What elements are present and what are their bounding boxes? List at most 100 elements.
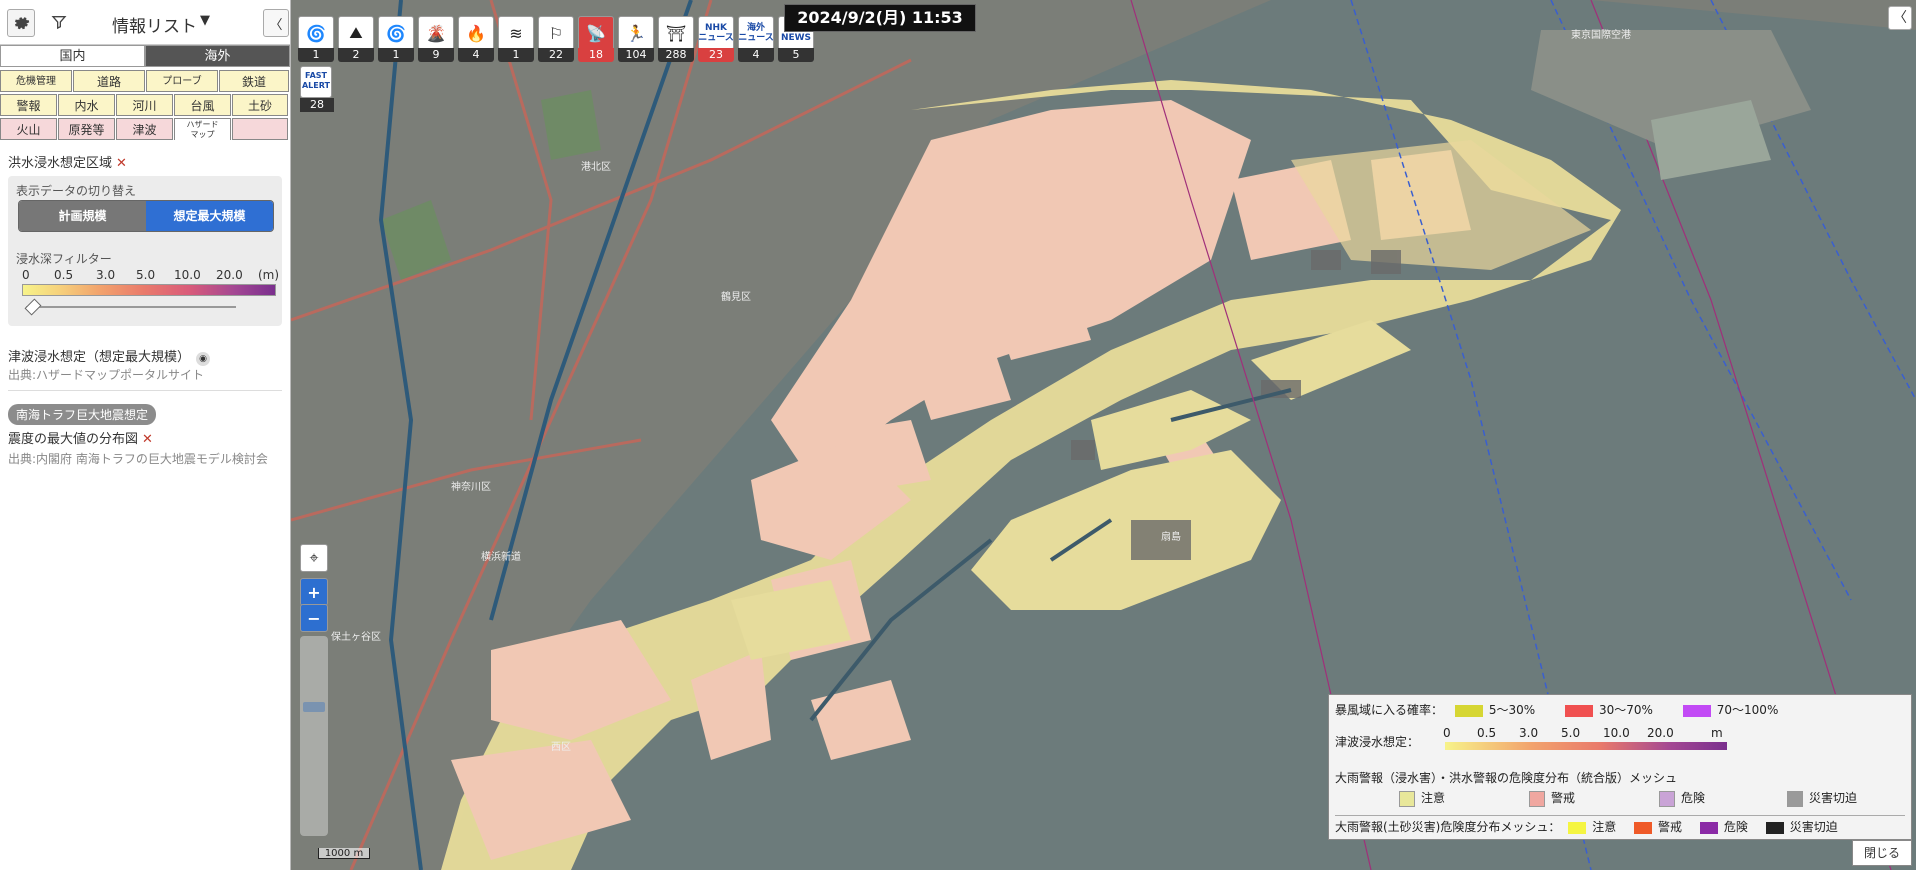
legend-storm-title: 暴風域に入る確率：: [1335, 703, 1444, 717]
depth-filter-label: 浸水深フィルター: [16, 252, 112, 266]
tool-count: 4: [738, 48, 774, 62]
flood-title: 洪水浸水想定区域: [8, 156, 113, 171]
category-river[interactable]: 河川: [116, 94, 173, 116]
category-hazard-map[interactable]: ハザード マップ: [174, 118, 231, 140]
svg-text:東京国際空港: 東京国際空港: [1571, 28, 1631, 41]
legend-rain-title: 大雨警報（浸水害）・洪水警報の危険度分布（統合版）メッシュ: [1335, 771, 1678, 785]
seismic-layer: 震度の最大値の分布図 ✕: [8, 428, 153, 447]
depth-slider-track[interactable]: [26, 306, 236, 308]
depth-tick: 0.5: [54, 268, 74, 282]
legend-storm-item: 5〜30%: [1454, 703, 1535, 717]
zoom-slider-track[interactable]: [300, 636, 328, 836]
tool-typhoon-2[interactable]: 🌀 1: [378, 16, 414, 62]
legend-landslide-title: 大雨警報(土砂災害)危険度分布メッシュ：: [1335, 820, 1561, 834]
collapse-right-button[interactable]: 〈: [1888, 6, 1912, 30]
closure-icon: ⛩: [658, 16, 694, 50]
fire-icon: 🔥: [458, 16, 494, 50]
filter-icon[interactable]: [46, 9, 72, 35]
tool-count: 9: [418, 48, 454, 62]
tool-landslide[interactable]: ⛰ 2: [338, 16, 374, 62]
category-blank[interactable]: [232, 118, 288, 140]
category-probe[interactable]: プローブ: [146, 70, 218, 92]
remove-x-icon[interactable]: ✕: [142, 432, 153, 447]
legend-tick: 0: [1443, 726, 1451, 740]
switch-label: 表示データの切り替え: [16, 184, 137, 198]
settings-gear-icon[interactable]: [7, 9, 35, 37]
tool-count: 22: [538, 48, 574, 62]
tool-count: 288: [658, 48, 694, 62]
tool-overseas-news[interactable]: 海外 ニュース 4: [738, 16, 774, 62]
zoom-in-button[interactable]: +: [300, 578, 328, 606]
legend-rain-item: 危険: [1659, 789, 1705, 807]
remove-x-icon[interactable]: ✕: [116, 156, 127, 171]
tool-wind[interactable]: ≋ 1: [498, 16, 534, 62]
category-volcano[interactable]: 火山: [0, 118, 57, 140]
chevron-down-icon[interactable]: ▼: [200, 13, 210, 28]
category-crisis[interactable]: 危機管理: [0, 70, 72, 92]
legend-rain-item: 注意: [1399, 789, 1445, 807]
locate-icon[interactable]: ⌖: [300, 544, 328, 572]
depth-slider-thumb[interactable]: [24, 298, 42, 316]
legend-tick: m: [1711, 726, 1723, 740]
category-typhoon[interactable]: 台風: [174, 94, 231, 116]
legend-label: 災害切迫: [1789, 820, 1838, 834]
depth-tick: 3.0: [96, 268, 116, 282]
map-legend: 暴風域に入る確率： 5〜30% 30〜70% 70〜100% 津波浸水想定： 0…: [1328, 694, 1912, 840]
swatch: [1682, 704, 1711, 717]
zoom-slider-knob[interactable]: [303, 702, 325, 712]
category-nuclear[interactable]: 原発等: [58, 118, 115, 140]
tool-count: 18: [578, 48, 614, 62]
legend-label: 30〜70%: [1598, 703, 1653, 717]
tool-nhk-news[interactable]: NHK ニュース 23: [698, 16, 734, 62]
svg-text:横浜新道: 横浜新道: [481, 550, 521, 563]
zoom-out-button[interactable]: −: [300, 604, 328, 632]
toggle-planned-scale[interactable]: 計画規模: [19, 201, 146, 231]
datetime-display: 2024/9/2(月) 11:53: [784, 4, 976, 32]
close-legend-button[interactable]: 閉じる: [1852, 840, 1912, 866]
tool-count: 2: [338, 48, 374, 62]
nankai-badge: 南海トラフ巨大地震想定: [8, 404, 157, 425]
category-warning[interactable]: 警報: [0, 94, 57, 116]
category-rail[interactable]: 鉄道: [219, 70, 289, 92]
tab-domestic[interactable]: 国内: [0, 45, 145, 67]
fast-alert-count: 28: [300, 98, 334, 112]
fast-alert-button[interactable]: FAST ALERT 28: [300, 66, 334, 114]
legend-label: 注意: [1592, 820, 1617, 834]
category-row-1: 危機管理 道路 プローブ 鉄道: [0, 70, 290, 92]
tool-count: 1: [298, 48, 334, 62]
eye-icon[interactable]: ◉: [196, 352, 211, 366]
depth-color-scale: [22, 284, 276, 296]
typhoon-icon: 🌀: [298, 16, 334, 50]
category-tsunami[interactable]: 津波: [116, 118, 173, 140]
category-sediment[interactable]: 土砂: [232, 94, 288, 116]
category-inland-water[interactable]: 内水: [58, 94, 115, 116]
scale-toggle[interactable]: 計画規模 想定最大規模: [18, 200, 274, 232]
tool-closure[interactable]: ⛩ 288: [658, 16, 694, 62]
toggle-max-scale[interactable]: 想定最大規模: [146, 201, 273, 231]
tool-typhoon[interactable]: 🌀 1: [298, 16, 334, 62]
category-road[interactable]: 道路: [73, 70, 145, 92]
swatch: [1454, 704, 1483, 717]
svg-text:保土ヶ谷区: 保土ヶ谷区: [331, 630, 381, 643]
tool-antenna[interactable]: 📡 18: [578, 16, 614, 62]
legend-storm-item: 70〜100%: [1682, 703, 1778, 717]
typhoon-icon: 🌀: [378, 16, 414, 50]
tool-fire[interactable]: 🔥 4: [458, 16, 494, 62]
tool-evacuation[interactable]: 🏃 104: [618, 16, 654, 62]
tab-overseas[interactable]: 海外: [145, 45, 290, 67]
legend-landslide-item: 災害切迫: [1765, 820, 1838, 834]
legend-tick: 0.5: [1477, 726, 1497, 740]
panel-title[interactable]: 情報リスト: [112, 12, 197, 37]
swatch: [1787, 790, 1803, 807]
swatch: [1568, 821, 1587, 834]
tool-count: 1: [498, 48, 534, 62]
depth-tick: 5.0: [136, 268, 156, 282]
svg-text:港北区: 港北区: [581, 161, 611, 173]
legend-landslide-item: 警戒: [1634, 820, 1682, 834]
tool-volcano[interactable]: 🌋 9: [418, 16, 454, 62]
legend-rain-item: 警戒: [1529, 789, 1575, 807]
tool-water-level[interactable]: ⚐ 22: [538, 16, 574, 62]
region-tabs: 国内 海外: [0, 45, 290, 67]
collapse-panel-button[interactable]: 〈: [263, 9, 289, 37]
swatch: [1564, 704, 1593, 717]
